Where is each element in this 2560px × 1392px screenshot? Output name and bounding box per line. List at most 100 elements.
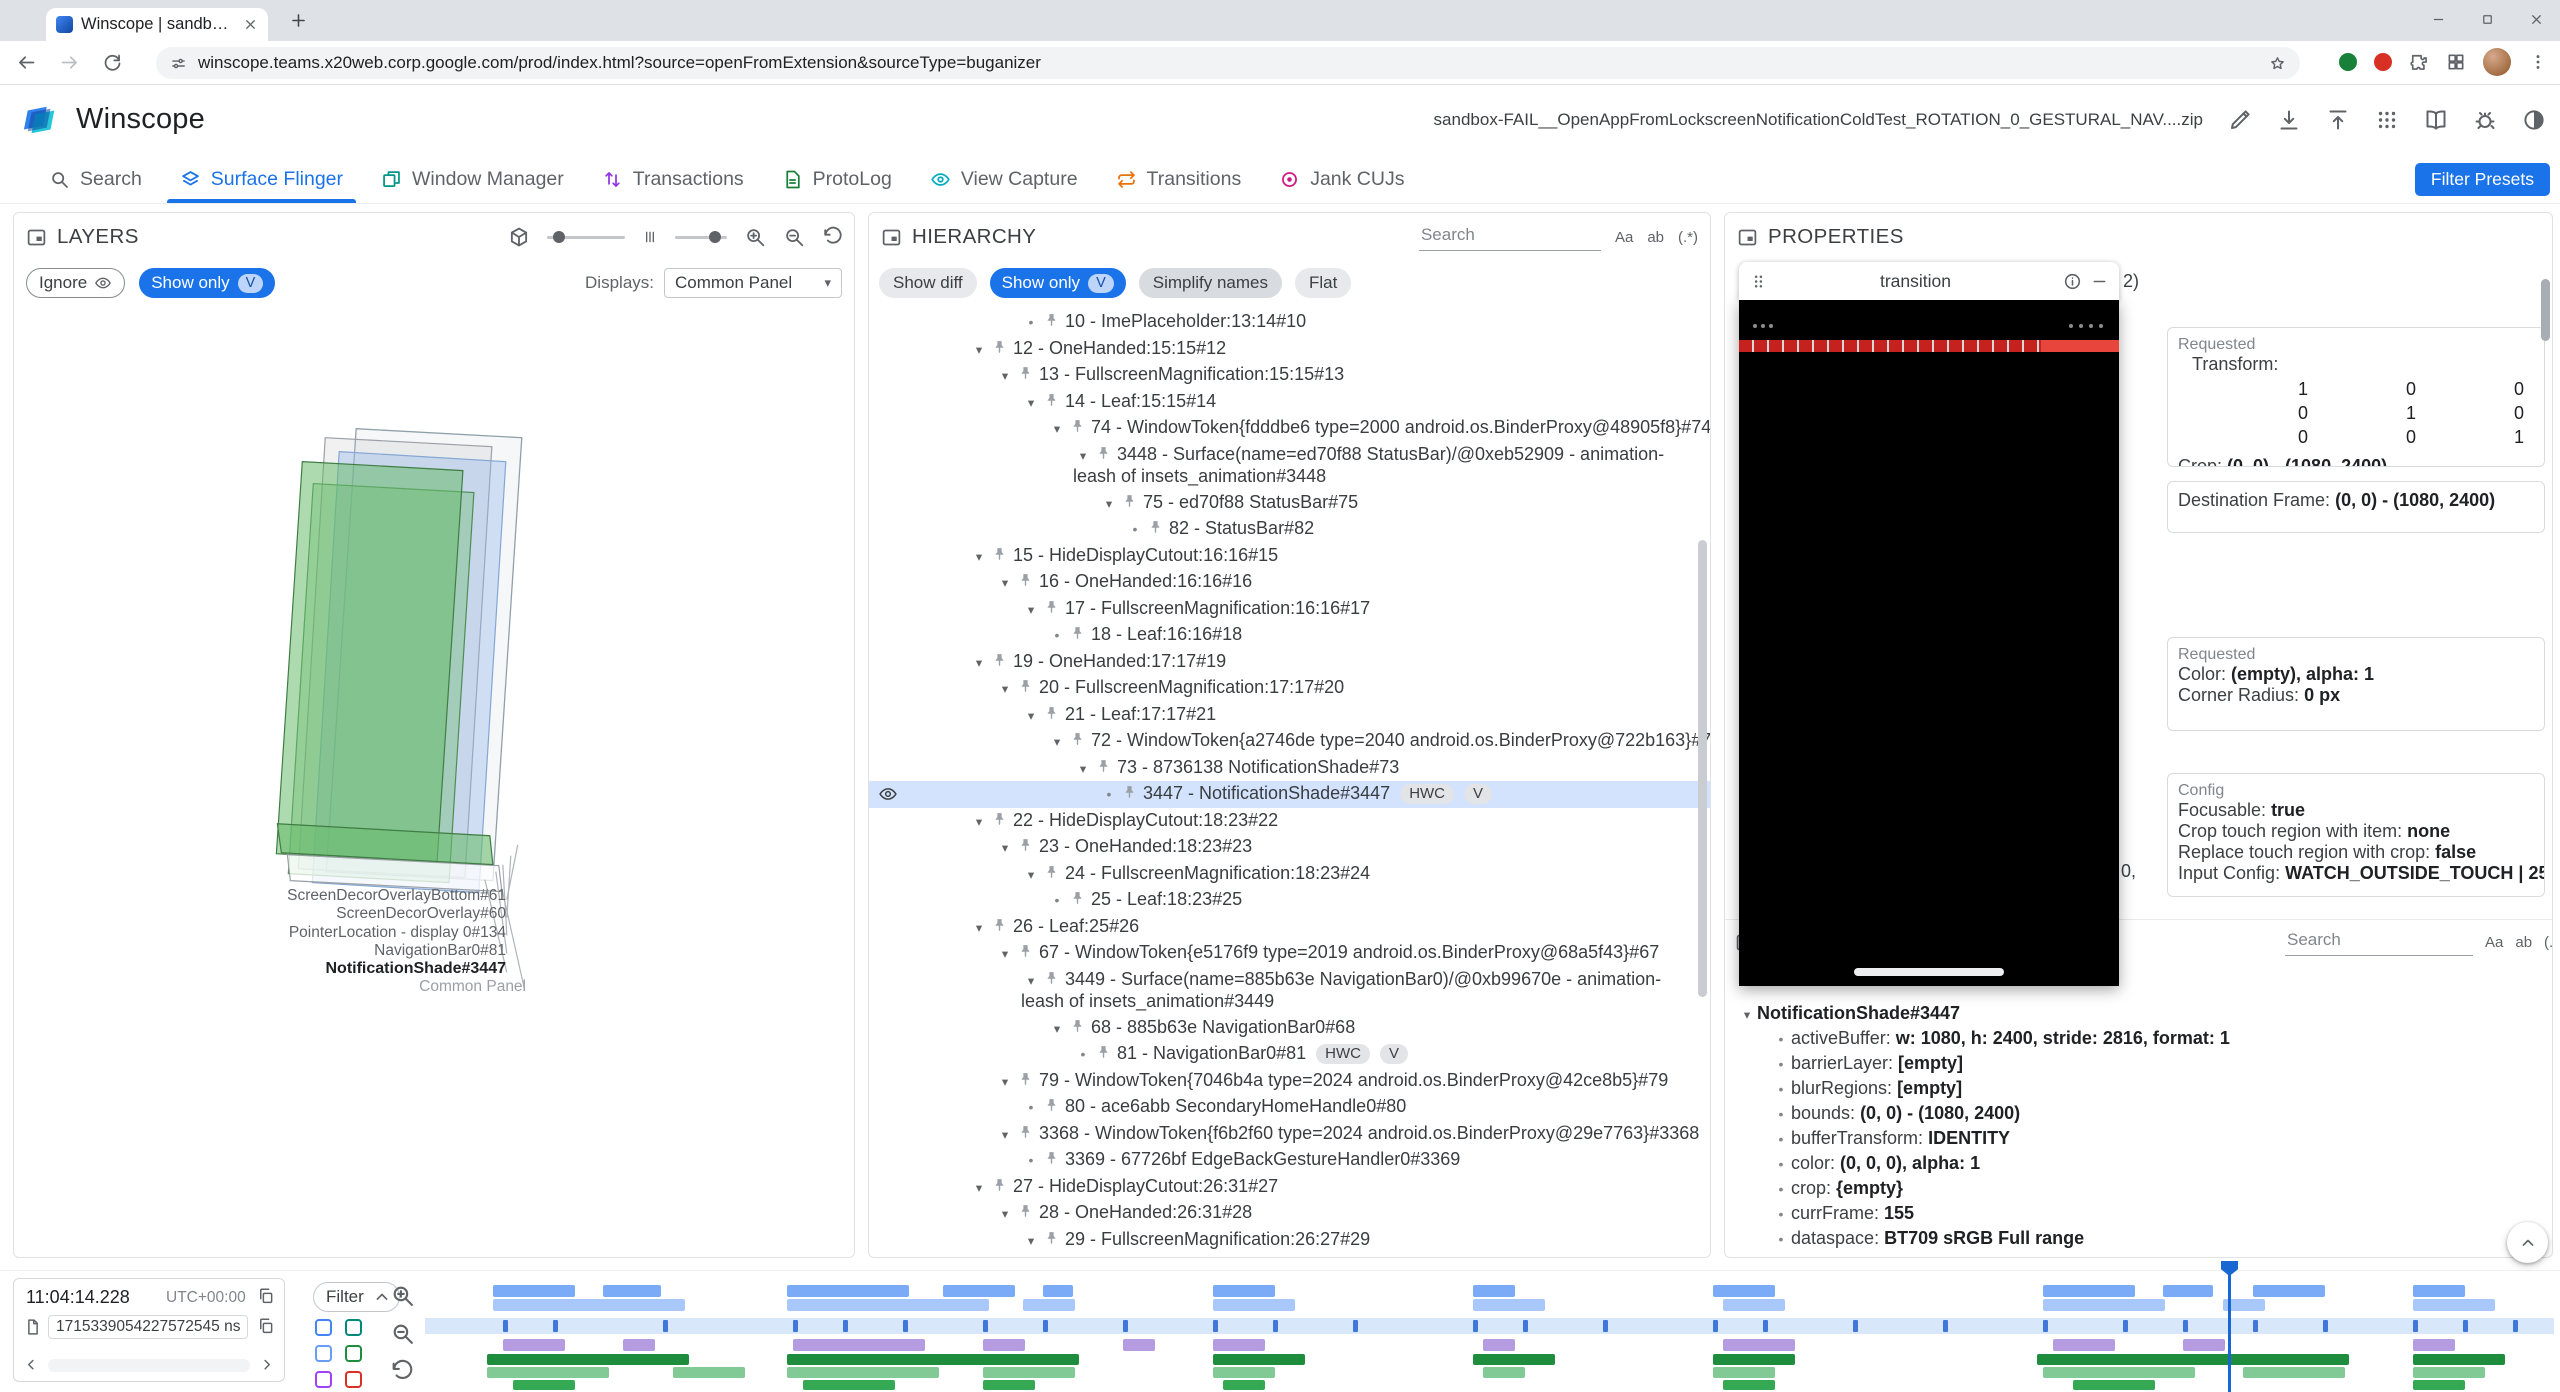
collapse-timeline-button[interactable] xyxy=(2507,1222,2548,1263)
trace-segment[interactable] xyxy=(1123,1339,1155,1351)
spacing-slider[interactable] xyxy=(675,236,727,239)
expand-arrow-icon[interactable]: ▾ xyxy=(969,811,989,833)
trace-segment[interactable] xyxy=(493,1299,685,1311)
pin-icon[interactable] xyxy=(1095,1044,1112,1061)
hierarchy-node[interactable]: •18 - Leaf:16:16#18 xyxy=(869,622,1710,649)
hierarchy-node[interactable]: ▾79 - WindowToken{7046b4a type=2024 andr… xyxy=(869,1068,1710,1095)
trace-segment[interactable] xyxy=(803,1380,895,1390)
trace-segment[interactable] xyxy=(1473,1299,1545,1311)
property-row[interactable]: •color: (0, 0, 0), alpha: 1 xyxy=(1725,1151,2552,1176)
trace-segment[interactable] xyxy=(2413,1367,2485,1378)
hierarchy-node[interactable]: ▾26 - Leaf:25#26 xyxy=(869,914,1710,941)
layer-label[interactable]: PointerLocation - display 0#134 xyxy=(14,924,506,942)
trace-segment[interactable] xyxy=(1713,1367,1775,1378)
hierarchy-node[interactable]: ▾73 - 8736138 NotificationShade#73 xyxy=(869,755,1710,782)
hierarchy-node[interactable]: ▾75 - ed70f88 StatusBar#75 xyxy=(869,490,1710,517)
trace-segment[interactable] xyxy=(1043,1285,1073,1297)
trace-segment[interactable] xyxy=(787,1299,989,1311)
timeline-cursor[interactable] xyxy=(2228,1263,2231,1392)
expand-arrow-icon[interactable]: ▾ xyxy=(969,917,989,939)
trace-segment[interactable] xyxy=(487,1367,609,1378)
timeline-filter-button[interactable]: Filter xyxy=(313,1282,400,1312)
overlay-title-bar[interactable]: transition xyxy=(1739,262,2119,300)
trace-segment[interactable] xyxy=(2413,1339,2455,1351)
expand-arrow-icon[interactable]: ▾ xyxy=(995,1071,1015,1093)
pin-icon[interactable] xyxy=(991,339,1008,356)
tab-search[interactable]: Search xyxy=(30,155,161,203)
trace-event-tick[interactable] xyxy=(1473,1320,1478,1332)
upload-icon[interactable] xyxy=(2326,108,2350,132)
hierarchy-node[interactable]: ▾12 - OneHanded:15:15#12 xyxy=(869,336,1710,363)
hierarchy-node[interactable]: ▾14 - Leaf:15:15#14 xyxy=(869,389,1710,416)
hierarchy-node[interactable]: ▾27 - HideDisplayCutout:26:31#27 xyxy=(869,1174,1710,1201)
trace-segment[interactable] xyxy=(1213,1299,1295,1311)
layer-label[interactable]: Common Panel xyxy=(14,978,526,996)
trace-segment[interactable] xyxy=(787,1367,939,1378)
trace-event-tick[interactable] xyxy=(1123,1320,1128,1332)
pin-icon[interactable] xyxy=(1095,445,1112,462)
trace-segment[interactable] xyxy=(1213,1354,1305,1365)
rotation-slider[interactable] xyxy=(547,236,625,239)
hierarchy-node[interactable]: ▾23 - OneHanded:18:23#23 xyxy=(869,834,1710,861)
browser-back-button[interactable] xyxy=(16,52,37,73)
tab-protolog[interactable]: ProtoLog xyxy=(763,155,911,203)
edit-icon[interactable] xyxy=(2228,108,2252,132)
expand-arrow-icon[interactable]: ▾ xyxy=(969,1177,989,1199)
regex-icon[interactable]: (.*) xyxy=(2544,934,2553,951)
hierarchy-search-input[interactable]: Search xyxy=(1419,223,1601,251)
visibility-eye-icon[interactable] xyxy=(878,784,898,804)
expand-arrow-icon[interactable]: ▾ xyxy=(1073,445,1093,467)
expand-arrow-icon[interactable]: ▾ xyxy=(1021,705,1041,727)
hierarchy-node[interactable]: ▾15 - HideDisplayCutout:16:16#15 xyxy=(869,543,1710,570)
window-close-button[interactable] xyxy=(2529,12,2544,27)
info-icon[interactable] xyxy=(2063,272,2082,291)
browser-tab[interactable]: Winscope | sandbox-FAI... xyxy=(46,8,268,41)
window-maximize-button[interactable] xyxy=(2480,12,2495,27)
expand-arrow-icon[interactable]: ▾ xyxy=(1047,1018,1067,1040)
expand-arrow-icon[interactable]: ▾ xyxy=(1073,758,1093,780)
trace-segment[interactable] xyxy=(1483,1339,1515,1351)
hierarchy-node[interactable]: ▾67 - WindowToken{e5176f9 type=2019 andr… xyxy=(869,940,1710,967)
trace-segment[interactable] xyxy=(493,1285,575,1297)
expand-arrow-icon[interactable]: ▾ xyxy=(1021,599,1041,621)
trace-segment[interactable] xyxy=(2043,1285,2135,1297)
prev-frame-icon[interactable] xyxy=(22,1356,40,1374)
pin-icon[interactable] xyxy=(1069,1018,1086,1035)
expand-arrow-icon[interactable]: ▾ xyxy=(1099,493,1119,515)
trace-segment[interactable] xyxy=(983,1367,1075,1378)
expand-arrow-icon[interactable]: ▾ xyxy=(969,652,989,674)
expand-arrow-icon[interactable]: ▾ xyxy=(1021,864,1041,886)
trace-segment[interactable] xyxy=(1723,1299,1785,1311)
trace-segment[interactable] xyxy=(1213,1339,1265,1351)
trace-segment[interactable] xyxy=(2053,1339,2115,1351)
window-minimize-button[interactable] xyxy=(2431,12,2446,27)
site-settings-icon[interactable] xyxy=(170,55,187,72)
download-icon[interactable] xyxy=(2277,108,2301,132)
timestamp-ns[interactable]: 1715339054227572545 ns xyxy=(48,1315,248,1339)
browser-reload-button[interactable] xyxy=(102,52,123,73)
timeline-zoom-in-icon[interactable] xyxy=(390,1283,415,1308)
hierarchy-node[interactable]: •82 - StatusBar#82 xyxy=(869,516,1710,543)
show-only-toggle[interactable]: Show only V xyxy=(139,268,275,298)
trace-type-icon[interactable] xyxy=(345,1371,362,1388)
trace-event-tick[interactable] xyxy=(1853,1320,1858,1332)
pin-icon[interactable] xyxy=(1043,1150,1060,1167)
pin-icon[interactable] xyxy=(1095,758,1112,775)
hierarchy-node[interactable]: ▾74 - WindowToken{fdddbe6 type=2000 andr… xyxy=(869,415,1710,442)
trace-event-tick[interactable] xyxy=(1213,1320,1218,1332)
url-field[interactable]: winscope.teams.x20web.corp.google.com/pr… xyxy=(156,47,2300,79)
pin-icon[interactable] xyxy=(1121,493,1138,510)
hierarchy-node[interactable]: •25 - Leaf:18:23#25 xyxy=(869,887,1710,914)
apps-icon[interactable] xyxy=(2375,108,2399,132)
trace-segment[interactable] xyxy=(2073,1380,2155,1390)
trace-event-tick[interactable] xyxy=(1943,1320,1948,1332)
expand-arrow-icon[interactable]: ▾ xyxy=(995,1124,1015,1146)
timeline-zoom-out-icon[interactable] xyxy=(390,1321,415,1346)
trace-segment[interactable] xyxy=(1483,1367,1525,1378)
trace-event-tick[interactable] xyxy=(2463,1320,2468,1332)
tab-close-icon[interactable] xyxy=(243,17,258,32)
profile-avatar[interactable] xyxy=(2483,48,2511,76)
reset-view-icon[interactable] xyxy=(822,226,844,248)
browser-forward-button[interactable] xyxy=(59,52,80,73)
layers-3d-canvas[interactable]: ScreenDecorOverlayBottom#61ScreenDecorOv… xyxy=(14,305,854,1257)
